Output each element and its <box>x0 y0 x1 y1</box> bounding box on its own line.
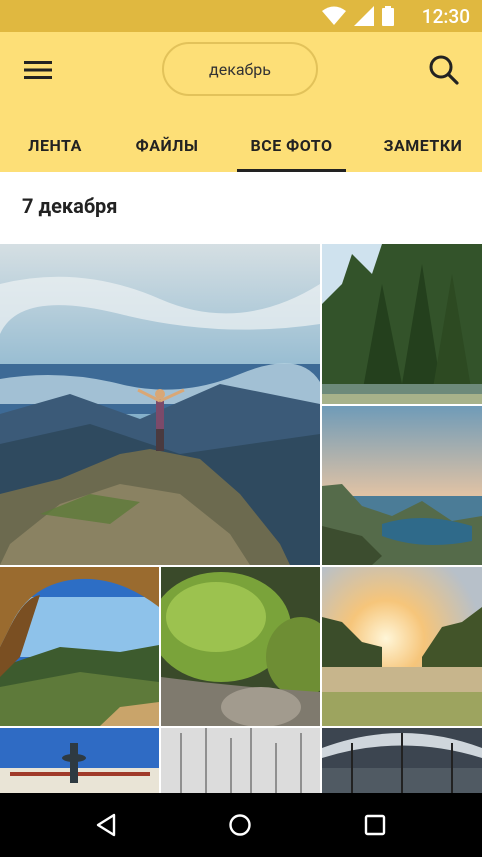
wifi-icon <box>322 6 346 25</box>
photo-image <box>322 728 482 793</box>
photo-rock-arch[interactable] <box>0 567 159 726</box>
photo-station-hall[interactable] <box>322 728 482 793</box>
recents-icon <box>364 814 386 836</box>
back-icon <box>96 813 116 837</box>
system-nav-bar <box>0 793 482 857</box>
photo-image <box>322 244 482 404</box>
month-selector[interactable]: декабрь <box>162 42 318 96</box>
photo-image <box>322 567 482 726</box>
photo-forest-lake[interactable] <box>322 244 482 404</box>
tab-label: ФАЙЛЫ <box>135 135 199 155</box>
home-button[interactable] <box>218 805 262 845</box>
search-button[interactable] <box>422 50 466 90</box>
tab-label: ВСЕ ФОТО <box>250 135 333 155</box>
tab-bar: ЛЕНТА ФАЙЛЫ ВСЕ ФОТО ЗАМЕТКИ <box>0 118 482 172</box>
photo-sailboat-masts[interactable] <box>161 728 320 793</box>
photo-mossy-rocks[interactable] <box>161 567 320 726</box>
photo-image <box>0 244 320 565</box>
photo-image <box>322 406 482 565</box>
photo-sunset-lake[interactable] <box>322 567 482 726</box>
status-icons <box>322 6 394 26</box>
tab-notes[interactable]: ЗАМЕТКИ <box>372 118 474 172</box>
photo-feed: 7 декабря <box>0 172 482 793</box>
cellular-icon <box>354 6 374 26</box>
status-bar: 12:30 <box>0 0 482 32</box>
photo-image <box>161 567 320 726</box>
photo-image <box>0 567 159 726</box>
back-button[interactable] <box>84 805 128 845</box>
photo-image <box>0 728 159 793</box>
photo-fountain-city[interactable] <box>0 728 159 793</box>
tab-all-photos[interactable]: ВСЕ ФОТО <box>237 118 346 172</box>
search-icon <box>429 55 459 85</box>
photo-sea-cliff[interactable] <box>322 406 482 565</box>
tab-files[interactable]: ФАЙЛЫ <box>122 118 212 172</box>
status-time: 12:30 <box>421 5 470 28</box>
tab-label: ЛЕНТА <box>28 135 82 155</box>
tab-label: ЗАМЕТКИ <box>383 135 463 155</box>
home-icon <box>229 814 251 836</box>
app-bar: декабрь ЛЕНТА ФАЙЛЫ ВСЕ ФОТО ЗАМЕТКИ <box>0 32 482 172</box>
battery-icon <box>382 6 394 26</box>
menu-button[interactable] <box>16 50 60 90</box>
recents-button[interactable] <box>353 805 397 845</box>
tab-feed[interactable]: ЛЕНТА <box>12 118 98 172</box>
hamburger-menu-icon <box>24 61 52 79</box>
photo-image <box>161 728 320 793</box>
month-selector-label: декабрь <box>209 59 271 79</box>
photo-mountain-summit[interactable] <box>0 244 320 565</box>
section-date-header: 7 декабря <box>22 194 118 218</box>
